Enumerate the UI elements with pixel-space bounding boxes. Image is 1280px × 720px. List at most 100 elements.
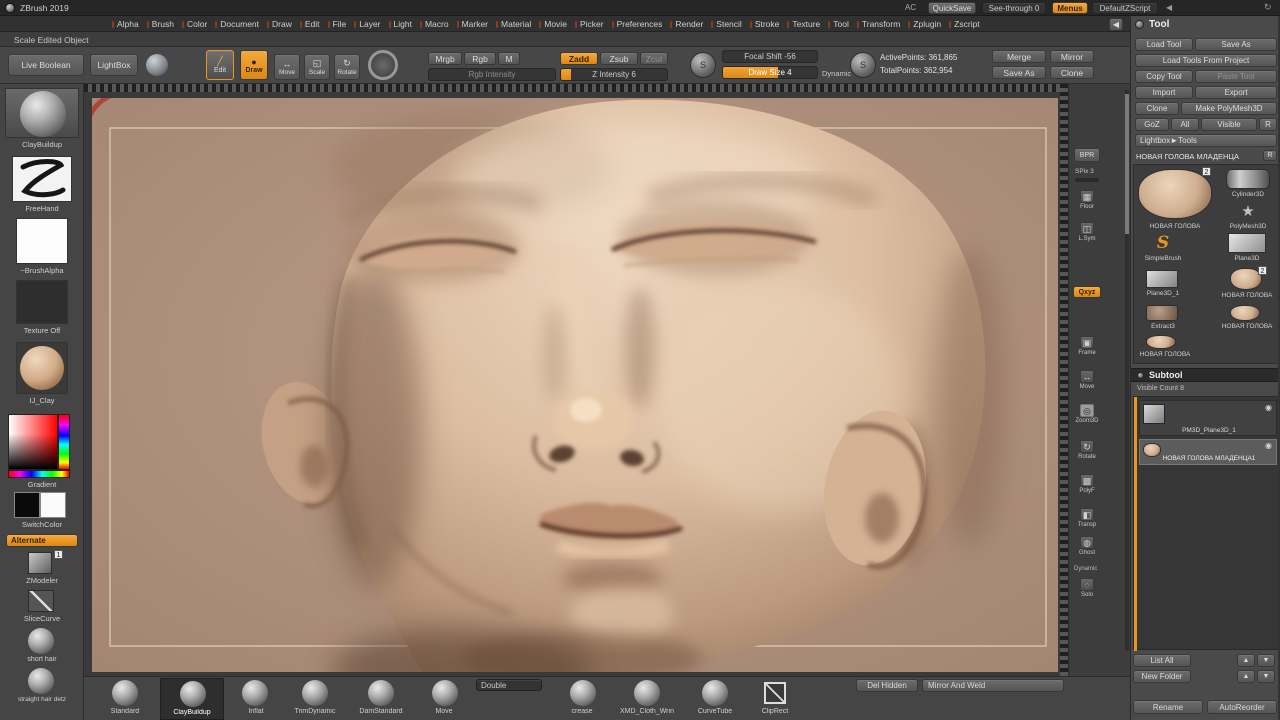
menu-macro[interactable]: Macro <box>420 19 449 29</box>
current-stroke-thumb[interactable] <box>12 156 72 202</box>
load-tools-from-project-button[interactable]: Load Tools From Project <box>1135 54 1277 67</box>
default-zscript-button[interactable]: DefaultZScript <box>1092 2 1158 14</box>
focal-shift-slider[interactable]: Focal Shift -56 <box>722 50 818 63</box>
folder-up-button[interactable]: ▲ <box>1237 670 1255 683</box>
merge-button[interactable]: Merge <box>992 50 1046 63</box>
quicksave-button[interactable]: QuickSave <box>928 2 976 14</box>
head3-thumb[interactable] <box>1230 305 1260 321</box>
z-intensity-slider[interactable]: Z Intensity 6 <box>560 68 668 81</box>
zmodeler-cube-icon[interactable] <box>28 552 52 574</box>
secondary-color-swatch[interactable] <box>40 492 66 518</box>
canvas-top-scroll[interactable] <box>84 84 1068 92</box>
lightbox-button[interactable]: LightBox <box>90 54 138 76</box>
double-mode-dropdown[interactable]: Double <box>476 679 542 691</box>
edit-button[interactable]: ╱ Edit <box>206 50 234 80</box>
alternate-button[interactable]: Alternate <box>6 534 78 547</box>
short-hair-thumb[interactable] <box>28 628 54 654</box>
canvas-area[interactable] <box>84 84 1068 676</box>
zoom3d-button[interactable]: ◎ Zoom3D <box>1073 404 1101 425</box>
subtool-item-2[interactable]: ◉ НОВАЯ ГОЛОВА МЛАДЕНЦА1 <box>1139 439 1277 465</box>
menu-zplugin[interactable]: Zplugin <box>908 19 941 29</box>
mirror-button[interactable]: Mirror <box>1050 50 1094 63</box>
rotate-nav-button[interactable]: ↻ Rotate <box>1073 440 1101 461</box>
zcut-button[interactable]: Zcut <box>640 52 668 65</box>
menu-preferences[interactable]: Preferences <box>612 19 663 29</box>
menu-marker[interactable]: Marker <box>457 19 488 29</box>
brush-move-thumb[interactable] <box>432 680 458 706</box>
polyf-toggle[interactable]: ▩ PolyF <box>1073 474 1101 495</box>
rename-button[interactable]: Rename <box>1133 700 1203 714</box>
copy-tool-button[interactable]: Copy Tool <box>1135 70 1193 83</box>
new-folder-button[interactable]: New Folder <box>1133 670 1191 683</box>
subtool-up-button[interactable]: ▲ <box>1237 654 1255 667</box>
bpr-button[interactable]: BPR <box>1074 148 1100 162</box>
subtool-2-eye-icon[interactable]: ◉ <box>1265 442 1272 450</box>
color-hue-strip[interactable] <box>58 414 70 470</box>
brush-curvetube-thumb[interactable] <box>702 680 728 706</box>
current-texture-thumb[interactable] <box>16 280 68 324</box>
current-alpha-thumb[interactable] <box>16 218 68 264</box>
rgb-button[interactable]: Rgb <box>464 52 496 65</box>
brush-xmd-cloth-thumb[interactable] <box>634 680 660 706</box>
collapse-left-icon[interactable]: ◀ <box>1166 3 1172 12</box>
menu-file[interactable]: File <box>328 19 347 29</box>
brush-damstandard-thumb[interactable] <box>368 680 394 706</box>
main-color-swatch[interactable] <box>14 492 40 518</box>
canvas-right-scroll[interactable] <box>1060 84 1068 676</box>
transp-toggle[interactable]: ◧ Transp <box>1073 508 1101 529</box>
extract3-thumb[interactable] <box>1146 305 1178 321</box>
menu-zscript[interactable]: Zscript <box>949 19 980 29</box>
mirror-and-weld-button[interactable]: Mirror And Weld <box>922 679 1064 692</box>
subtool-item-1[interactable]: ◉ PM3D_Plane3D_1 <box>1139 400 1277 436</box>
goz-button[interactable]: GoZ <box>1135 118 1169 131</box>
save-as-button[interactable]: Save As <box>1195 38 1277 51</box>
m-button[interactable]: M <box>498 52 520 65</box>
rotate-button[interactable]: ↻ Rotate <box>334 54 360 80</box>
brush-crease-thumb[interactable] <box>570 680 596 706</box>
scale-button[interactable]: ◱ Scale <box>304 54 330 80</box>
focal-sphere-icon[interactable]: S <box>690 52 716 78</box>
brush-standard-thumb[interactable] <box>112 680 138 706</box>
current-brush-thumb[interactable] <box>5 88 79 138</box>
make-polymesh3d-button[interactable]: Make PolyMesh3D <box>1181 102 1277 115</box>
brush-cliprect-thumb[interactable] <box>764 682 786 704</box>
menu-edit[interactable]: Edit <box>300 19 320 29</box>
tray-scrollbar-handle[interactable] <box>1125 94 1129 234</box>
brush-trimdynamic-thumb[interactable] <box>302 680 328 706</box>
menu-picker[interactable]: Picker <box>575 19 604 29</box>
goz-all-button[interactable]: All <box>1171 118 1199 131</box>
subtool-1-eye-icon[interactable]: ◉ <box>1265 404 1272 412</box>
menu-transform[interactable]: Transform <box>857 19 900 29</box>
cylinder3d-thumb[interactable] <box>1226 169 1270 189</box>
see-through-slider[interactable]: See-through 0 <box>982 2 1046 14</box>
menu-render[interactable]: Render <box>670 19 703 29</box>
export-button[interactable]: Export <box>1195 86 1277 99</box>
subtool-header[interactable]: Subtool <box>1131 368 1280 382</box>
move-button[interactable]: ↔ Move <box>274 54 300 80</box>
plane3d1-thumb[interactable] <box>1146 270 1178 288</box>
straight-hair-thumb[interactable] <box>28 668 54 694</box>
zsub-button[interactable]: Zsub <box>600 52 638 65</box>
spix-track[interactable] <box>1075 178 1099 182</box>
import-button[interactable]: Import <box>1135 86 1193 99</box>
frame-toggle[interactable]: ▣ Frame <box>1073 336 1101 357</box>
menu-movie[interactable]: Movie <box>539 19 567 29</box>
zadd-button[interactable]: Zadd <box>560 52 598 65</box>
menus-button[interactable]: Menus <box>1052 2 1088 14</box>
simplebrush-thumb[interactable]: S <box>1144 233 1182 253</box>
floor-toggle[interactable]: ▦ Floor <box>1073 190 1101 211</box>
saveas-button[interactable]: Save As <box>992 66 1046 79</box>
goz-r-button[interactable]: R <box>1259 118 1277 131</box>
menu-document[interactable]: Document <box>215 19 259 29</box>
clone-tool-button[interactable]: Clone <box>1135 102 1179 115</box>
lightbox-tools-button[interactable]: Lightbox►Tools <box>1135 134 1277 147</box>
spix-slider[interactable]: SPix 3 <box>1075 168 1094 175</box>
lsym-toggle[interactable]: ◫ L.Sym <box>1073 222 1101 243</box>
menu-material[interactable]: Material <box>496 19 531 29</box>
rgb-intensity-slider[interactable]: Rgb Intensity <box>428 68 556 81</box>
draw-button[interactable]: ● Draw <box>240 50 268 80</box>
material-preview-icon[interactable] <box>146 54 168 76</box>
live-boolean-button[interactable]: Live Boolean <box>8 54 84 76</box>
selected-tool-thumb[interactable] <box>1138 169 1212 219</box>
brush-claybuildup-tile[interactable]: ClayBuildup <box>160 678 224 720</box>
